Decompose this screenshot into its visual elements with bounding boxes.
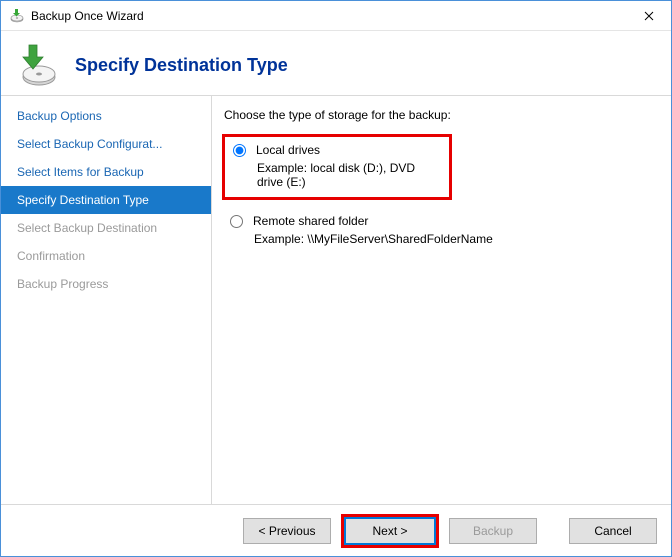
titlebar: Backup Once Wizard bbox=[1, 1, 671, 31]
radio-local-drives[interactable] bbox=[233, 144, 246, 157]
next-button-highlight: Next > bbox=[341, 514, 439, 548]
step-backup-progress: Backup Progress bbox=[1, 270, 211, 298]
option-local-drives-example: Example: local disk (D:), DVD drive (E:) bbox=[257, 161, 441, 189]
step-select-backup-destination: Select Backup Destination bbox=[1, 214, 211, 242]
step-confirmation: Confirmation bbox=[1, 242, 211, 270]
wizard-window: Backup Once Wizard Specify Destination T… bbox=[0, 0, 672, 557]
option-local-drives[interactable]: Local drives bbox=[231, 143, 441, 157]
step-select-items[interactable]: Select Items for Backup bbox=[1, 158, 211, 186]
page-title: Specify Destination Type bbox=[75, 55, 288, 76]
previous-button[interactable]: < Previous bbox=[243, 518, 331, 544]
wizard-footer: < Previous Next > Backup Cancel bbox=[1, 504, 671, 556]
step-select-backup-config[interactable]: Select Backup Configurat... bbox=[1, 130, 211, 158]
option-local-drives-label: Local drives bbox=[256, 143, 320, 157]
close-button[interactable] bbox=[626, 1, 671, 30]
wizard-icon bbox=[13, 41, 61, 89]
cancel-button[interactable]: Cancel bbox=[569, 518, 657, 544]
option-remote-folder-label: Remote shared folder bbox=[253, 214, 368, 228]
step-specify-destination-type[interactable]: Specify Destination Type bbox=[1, 186, 211, 214]
wizard-sidebar: Backup Options Select Backup Configurat.… bbox=[1, 96, 211, 504]
wizard-header: Specify Destination Type bbox=[1, 31, 671, 96]
option-remote-folder-example: Example: \\MyFileServer\SharedFolderName bbox=[254, 232, 639, 246]
wizard-body: Backup Options Select Backup Configurat.… bbox=[1, 96, 671, 504]
radio-remote-folder[interactable] bbox=[230, 215, 243, 228]
option-local-drives-highlight: Local drives Example: local disk (D:), D… bbox=[222, 134, 452, 200]
option-remote-folder-block: Remote shared folder Example: \\MyFileSe… bbox=[222, 208, 647, 254]
app-icon bbox=[9, 8, 25, 24]
step-backup-options[interactable]: Backup Options bbox=[1, 102, 211, 130]
backup-button: Backup bbox=[449, 518, 537, 544]
window-title: Backup Once Wizard bbox=[31, 9, 626, 23]
wizard-content: Choose the type of storage for the backu… bbox=[211, 96, 671, 504]
content-prompt: Choose the type of storage for the backu… bbox=[224, 108, 647, 122]
option-remote-folder[interactable]: Remote shared folder bbox=[228, 214, 639, 228]
next-button[interactable]: Next > bbox=[344, 517, 436, 545]
